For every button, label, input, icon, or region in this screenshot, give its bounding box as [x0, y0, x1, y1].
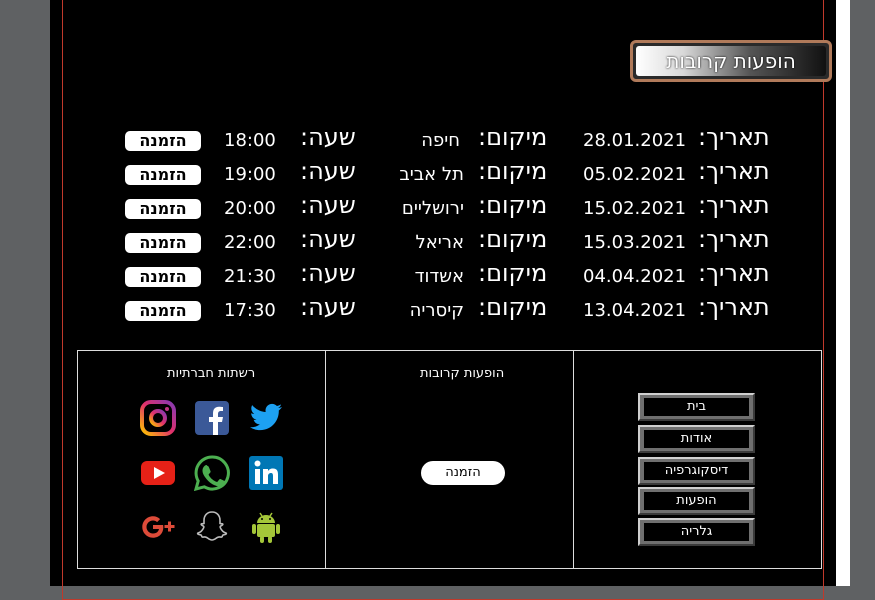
- scrollbar-track[interactable]: [836, 0, 850, 586]
- date-label: תאריך:: [698, 225, 770, 253]
- snapchat-icon[interactable]: [194, 509, 230, 545]
- book-button[interactable]: הזמנה: [125, 165, 201, 185]
- date-label: תאריך:: [698, 123, 770, 151]
- show-time: 17:30: [224, 300, 276, 321]
- footer-divider: [325, 350, 326, 569]
- nav-label: הופעות: [644, 492, 749, 510]
- show-location: תל אביב: [399, 164, 464, 185]
- window-left-gutter: [0, 0, 50, 586]
- show-date: 15.02.2021: [583, 198, 687, 219]
- twitter-icon[interactable]: [248, 400, 284, 436]
- nav-gallery-button[interactable]: גלריה: [638, 518, 755, 546]
- show-time: 22:00: [224, 232, 276, 253]
- location-label: מיקום:: [478, 191, 548, 219]
- footer-book-button[interactable]: הזמנה: [421, 461, 505, 485]
- show-location: אשדוד: [414, 266, 464, 287]
- social-networks-title: רשתות חברתיות: [167, 366, 256, 381]
- nav-label: גלריה: [644, 523, 749, 541]
- time-label: שעה:: [300, 225, 356, 253]
- location-label: מיקום:: [478, 293, 548, 321]
- page-title: הופעות קרובות: [666, 49, 796, 73]
- show-time: 20:00: [224, 198, 276, 219]
- location-label: מיקום:: [478, 123, 548, 151]
- date-label: תאריך:: [698, 191, 770, 219]
- footer-divider: [573, 350, 574, 569]
- facebook-icon[interactable]: [194, 400, 230, 436]
- whatsapp-icon[interactable]: [194, 455, 230, 491]
- android-icon[interactable]: [248, 509, 284, 545]
- upcoming-shows-footer-title: הופעות קרובות: [420, 366, 505, 381]
- show-time: 18:00: [224, 130, 276, 151]
- nav-home-button[interactable]: בית: [638, 393, 755, 421]
- show-date: 13.04.2021: [583, 300, 687, 321]
- nav-about-button[interactable]: אודות: [638, 425, 755, 453]
- time-label: שעה:: [300, 157, 356, 185]
- show-date: 28.01.2021: [583, 130, 687, 151]
- time-label: שעה:: [300, 191, 356, 219]
- time-label: שעה:: [300, 293, 356, 321]
- show-location: חיפה: [421, 130, 460, 151]
- date-label: תאריך:: [698, 157, 770, 185]
- date-label: תאריך:: [698, 293, 770, 321]
- youtube-icon[interactable]: [140, 455, 176, 491]
- show-date: 15.03.2021: [583, 232, 687, 253]
- nav-label: דיסקוגרפיה: [644, 462, 749, 480]
- book-button[interactable]: הזמנה: [125, 233, 201, 253]
- book-button[interactable]: הזמנה: [125, 267, 201, 287]
- window-right-gutter: [850, 0, 875, 586]
- time-label: שעה:: [300, 123, 356, 151]
- show-date: 05.02.2021: [583, 164, 687, 185]
- nav-label: בית: [644, 398, 749, 416]
- linkedin-icon[interactable]: [248, 455, 284, 491]
- show-date: 04.04.2021: [583, 266, 687, 287]
- show-time: 21:30: [224, 266, 276, 287]
- instagram-icon[interactable]: [140, 400, 176, 436]
- show-location: ירושליים: [401, 198, 464, 219]
- location-label: מיקום:: [478, 225, 548, 253]
- nav-discography-button[interactable]: דיסקוגרפיה: [638, 457, 755, 485]
- show-location: אריאל: [415, 232, 464, 253]
- show-time: 19:00: [224, 164, 276, 185]
- nav-shows-button[interactable]: הופעות: [638, 487, 755, 515]
- date-label: תאריך:: [698, 259, 770, 287]
- book-button[interactable]: הזמנה: [125, 199, 201, 219]
- upcoming-shows-title-button[interactable]: הופעות קרובות: [630, 40, 832, 82]
- location-label: מיקום:: [478, 259, 548, 287]
- location-label: מיקום:: [478, 157, 548, 185]
- nav-label: אודות: [644, 430, 749, 448]
- show-location: קיסריה: [409, 300, 464, 321]
- time-label: שעה:: [300, 259, 356, 287]
- book-button[interactable]: הזמנה: [125, 131, 201, 151]
- book-button[interactable]: הזמנה: [125, 301, 201, 321]
- google-plus-icon[interactable]: [140, 509, 176, 545]
